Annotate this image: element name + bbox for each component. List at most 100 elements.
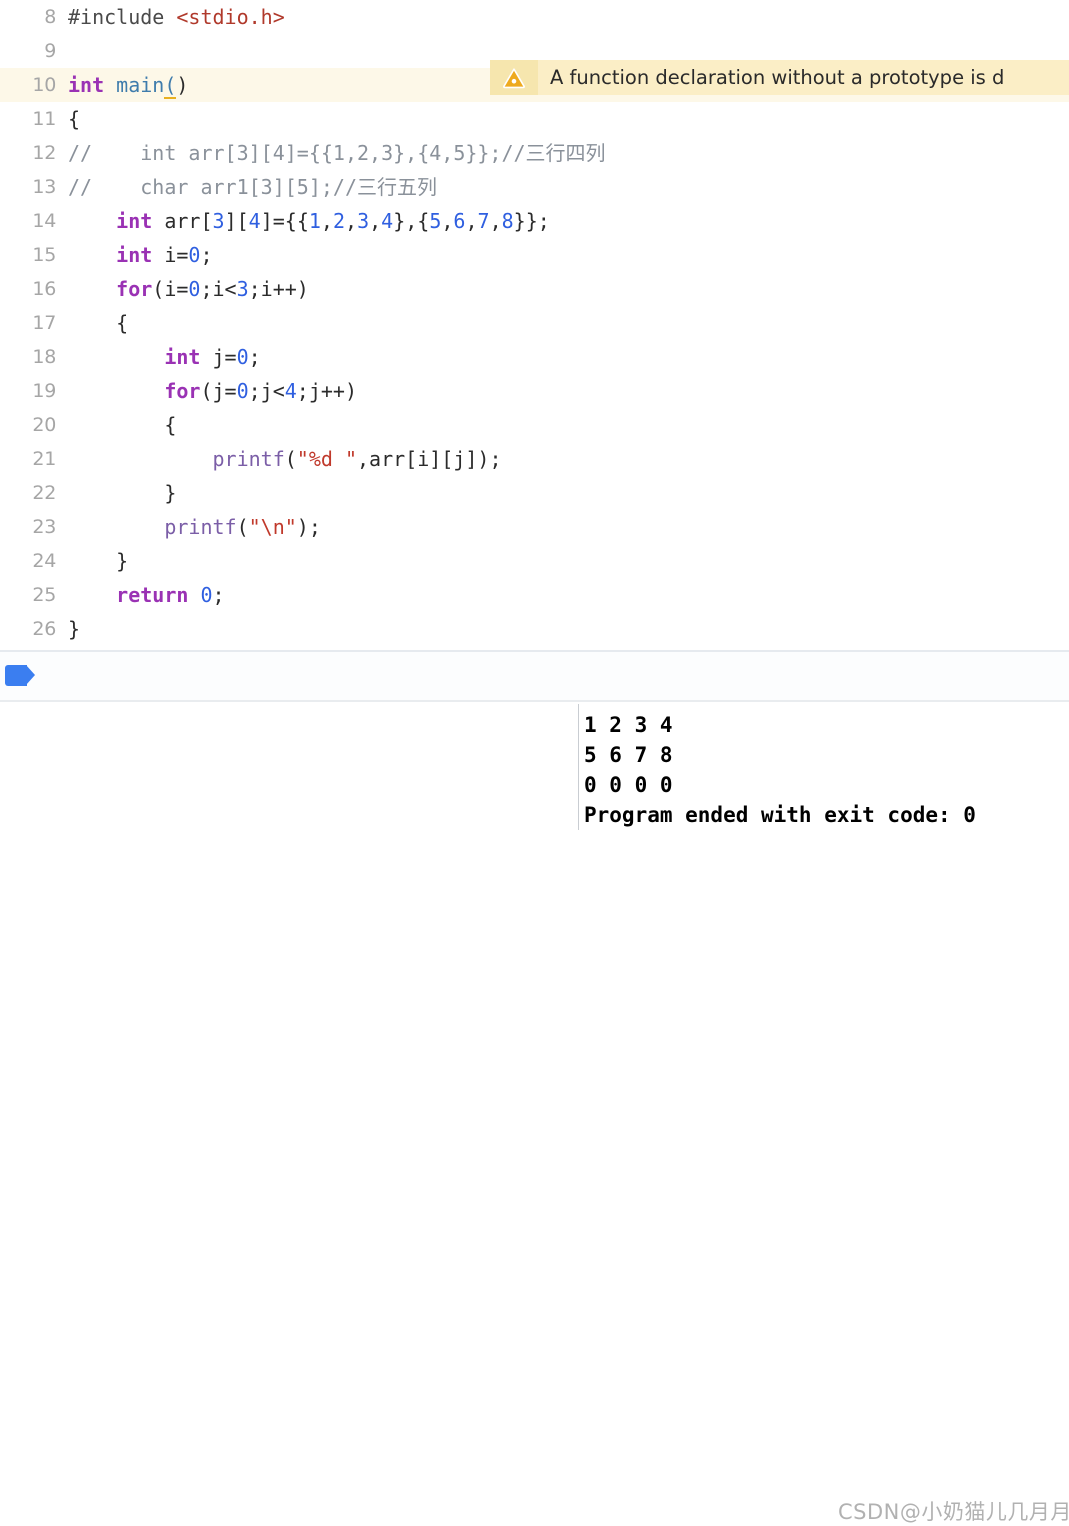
- code-token: ;: [212, 583, 225, 607]
- code-token: 5: [429, 209, 442, 233]
- code-token: 1: [308, 209, 321, 233]
- code-token: "%d ": [296, 447, 358, 471]
- code-token: main: [116, 73, 165, 97]
- code-token: {: [68, 311, 129, 335]
- code-token: }: [68, 617, 81, 641]
- code-text: int j=0;: [68, 340, 261, 374]
- line-number: 15: [32, 244, 56, 266]
- code-line[interactable]: 16 for(i=0;i<3;i++): [0, 272, 1069, 306]
- code-line[interactable]: 20 {: [0, 408, 1069, 442]
- line-number: 8: [44, 6, 56, 28]
- code-line[interactable]: 18 int j=0;: [0, 340, 1069, 374]
- code-token: <stdio.h>: [176, 5, 285, 29]
- code-token: int: [68, 73, 105, 97]
- line-number: 12: [32, 142, 56, 164]
- code-line[interactable]: 19 for(j=0;j<4;j++): [0, 374, 1069, 408]
- code-text: // int arr[3][4]={{1,2,3},{4,5}};//三行四列: [68, 136, 606, 170]
- code-token: 3: [357, 209, 370, 233]
- code-token: ;: [248, 345, 261, 369]
- code-line[interactable]: 24 }: [0, 544, 1069, 578]
- line-number: 14: [32, 210, 56, 232]
- line-number: 19: [32, 380, 56, 402]
- warning-message-container: A function declaration without a prototy…: [538, 60, 1069, 95]
- code-text: {: [68, 102, 80, 136]
- line-number: 9: [44, 40, 56, 62]
- code-token: return: [116, 583, 189, 607]
- line-number: 24: [32, 550, 56, 572]
- line-number: 21: [32, 448, 56, 470]
- code-token: printf: [164, 515, 237, 539]
- code-text: {: [68, 306, 128, 340]
- code-token: j=: [200, 345, 237, 369]
- code-editor[interactable]: 8 #include <stdio.h> 9 10 int main() 11{12// …: [0, 0, 1069, 648]
- code-text: }: [68, 544, 128, 578]
- code-token: (i=: [152, 277, 189, 301]
- code-text: int i=0;: [68, 238, 212, 272]
- code-token: 3: [212, 209, 225, 233]
- code-token: {: [68, 107, 81, 131]
- code-line[interactable]: 21 printf("%d ",arr[i][j]);: [0, 442, 1069, 476]
- line-number: 16: [32, 278, 56, 300]
- code-line[interactable]: 14 int arr[3][4]={{1,2,3,4},{5,6,7,8}};: [0, 204, 1069, 238]
- line-number: 25: [32, 584, 56, 606]
- code-token: 0: [188, 277, 201, 301]
- code-line[interactable]: 8 #include <stdio.h>: [0, 0, 1069, 34]
- code-token: printf: [212, 447, 285, 471]
- code-text: printf("%d ",arr[i][j]);: [68, 442, 502, 476]
- code-text: // char arr1[3][5];//三行五列: [68, 170, 437, 204]
- warning-triangle-icon: [490, 60, 538, 95]
- code-line-list: 8 #include <stdio.h> 9 10 int main() 11{12// …: [0, 0, 1069, 646]
- code-line[interactable]: 17 {: [0, 306, 1069, 340]
- code-text: {: [68, 408, 176, 442]
- code-token: // int arr[3][4]={{1,2,3},{4,5}};//三行四列: [68, 141, 606, 165]
- code-token: ]={{: [260, 209, 309, 233]
- editor-bottom-toolbar[interactable]: [0, 650, 1069, 702]
- line-number: 20: [32, 414, 56, 436]
- line-number: 13: [32, 176, 56, 198]
- code-token: #include: [68, 5, 177, 29]
- code-token: ,arr[i][j]);: [357, 447, 502, 471]
- code-line[interactable]: 12 // int arr[3][4]={{1,2,3},{4,5}};//三行四…: [0, 136, 1069, 170]
- code-text: for(i=0;i<3;i++): [68, 272, 309, 306]
- code-token: for: [164, 379, 201, 403]
- code-token: ;i++): [248, 277, 309, 301]
- code-token: ;i<: [200, 277, 237, 301]
- console-panel[interactable]: 1 2 3 4 5 6 7 8 0 0 0 0 Program ended wi…: [0, 704, 1069, 1524]
- code-line[interactable]: 23 printf("\n");: [0, 510, 1069, 544]
- code-token: int: [164, 345, 201, 369]
- code-line[interactable]: 26}: [0, 612, 1069, 646]
- code-text: for(j=0;j<4;j++): [68, 374, 357, 408]
- code-token: ;j<: [248, 379, 285, 403]
- code-line[interactable]: 13 // char arr1[3][5];//三行五列: [0, 170, 1069, 204]
- code-token: );: [296, 515, 321, 539]
- inline-warning-banner[interactable]: A function declaration without a prototy…: [490, 60, 1069, 95]
- code-token: for: [116, 277, 153, 301]
- code-text: }: [68, 612, 80, 646]
- breadcrumb-tag-icon[interactable]: [5, 665, 35, 686]
- code-line[interactable]: 25 return 0;: [0, 578, 1069, 612]
- code-token: 0: [200, 583, 213, 607]
- code-token: 4: [381, 209, 394, 233]
- code-token: {: [68, 413, 177, 437]
- code-line[interactable]: 15 int i=0;: [0, 238, 1069, 272]
- code-token: ,: [345, 209, 358, 233]
- code-token: }: [68, 549, 129, 573]
- code-line[interactable]: 22 }: [0, 476, 1069, 510]
- code-token: (: [164, 73, 177, 99]
- code-token: 0: [236, 379, 249, 403]
- code-text: #include <stdio.h>: [68, 0, 285, 34]
- code-text: printf("\n");: [68, 510, 321, 544]
- code-token: 0: [236, 345, 249, 369]
- code-line[interactable]: 11 {: [0, 102, 1069, 136]
- code-token: arr[: [152, 209, 213, 233]
- code-token: 7: [477, 209, 490, 233]
- code-token: ,: [465, 209, 478, 233]
- code-token: 0: [188, 243, 201, 267]
